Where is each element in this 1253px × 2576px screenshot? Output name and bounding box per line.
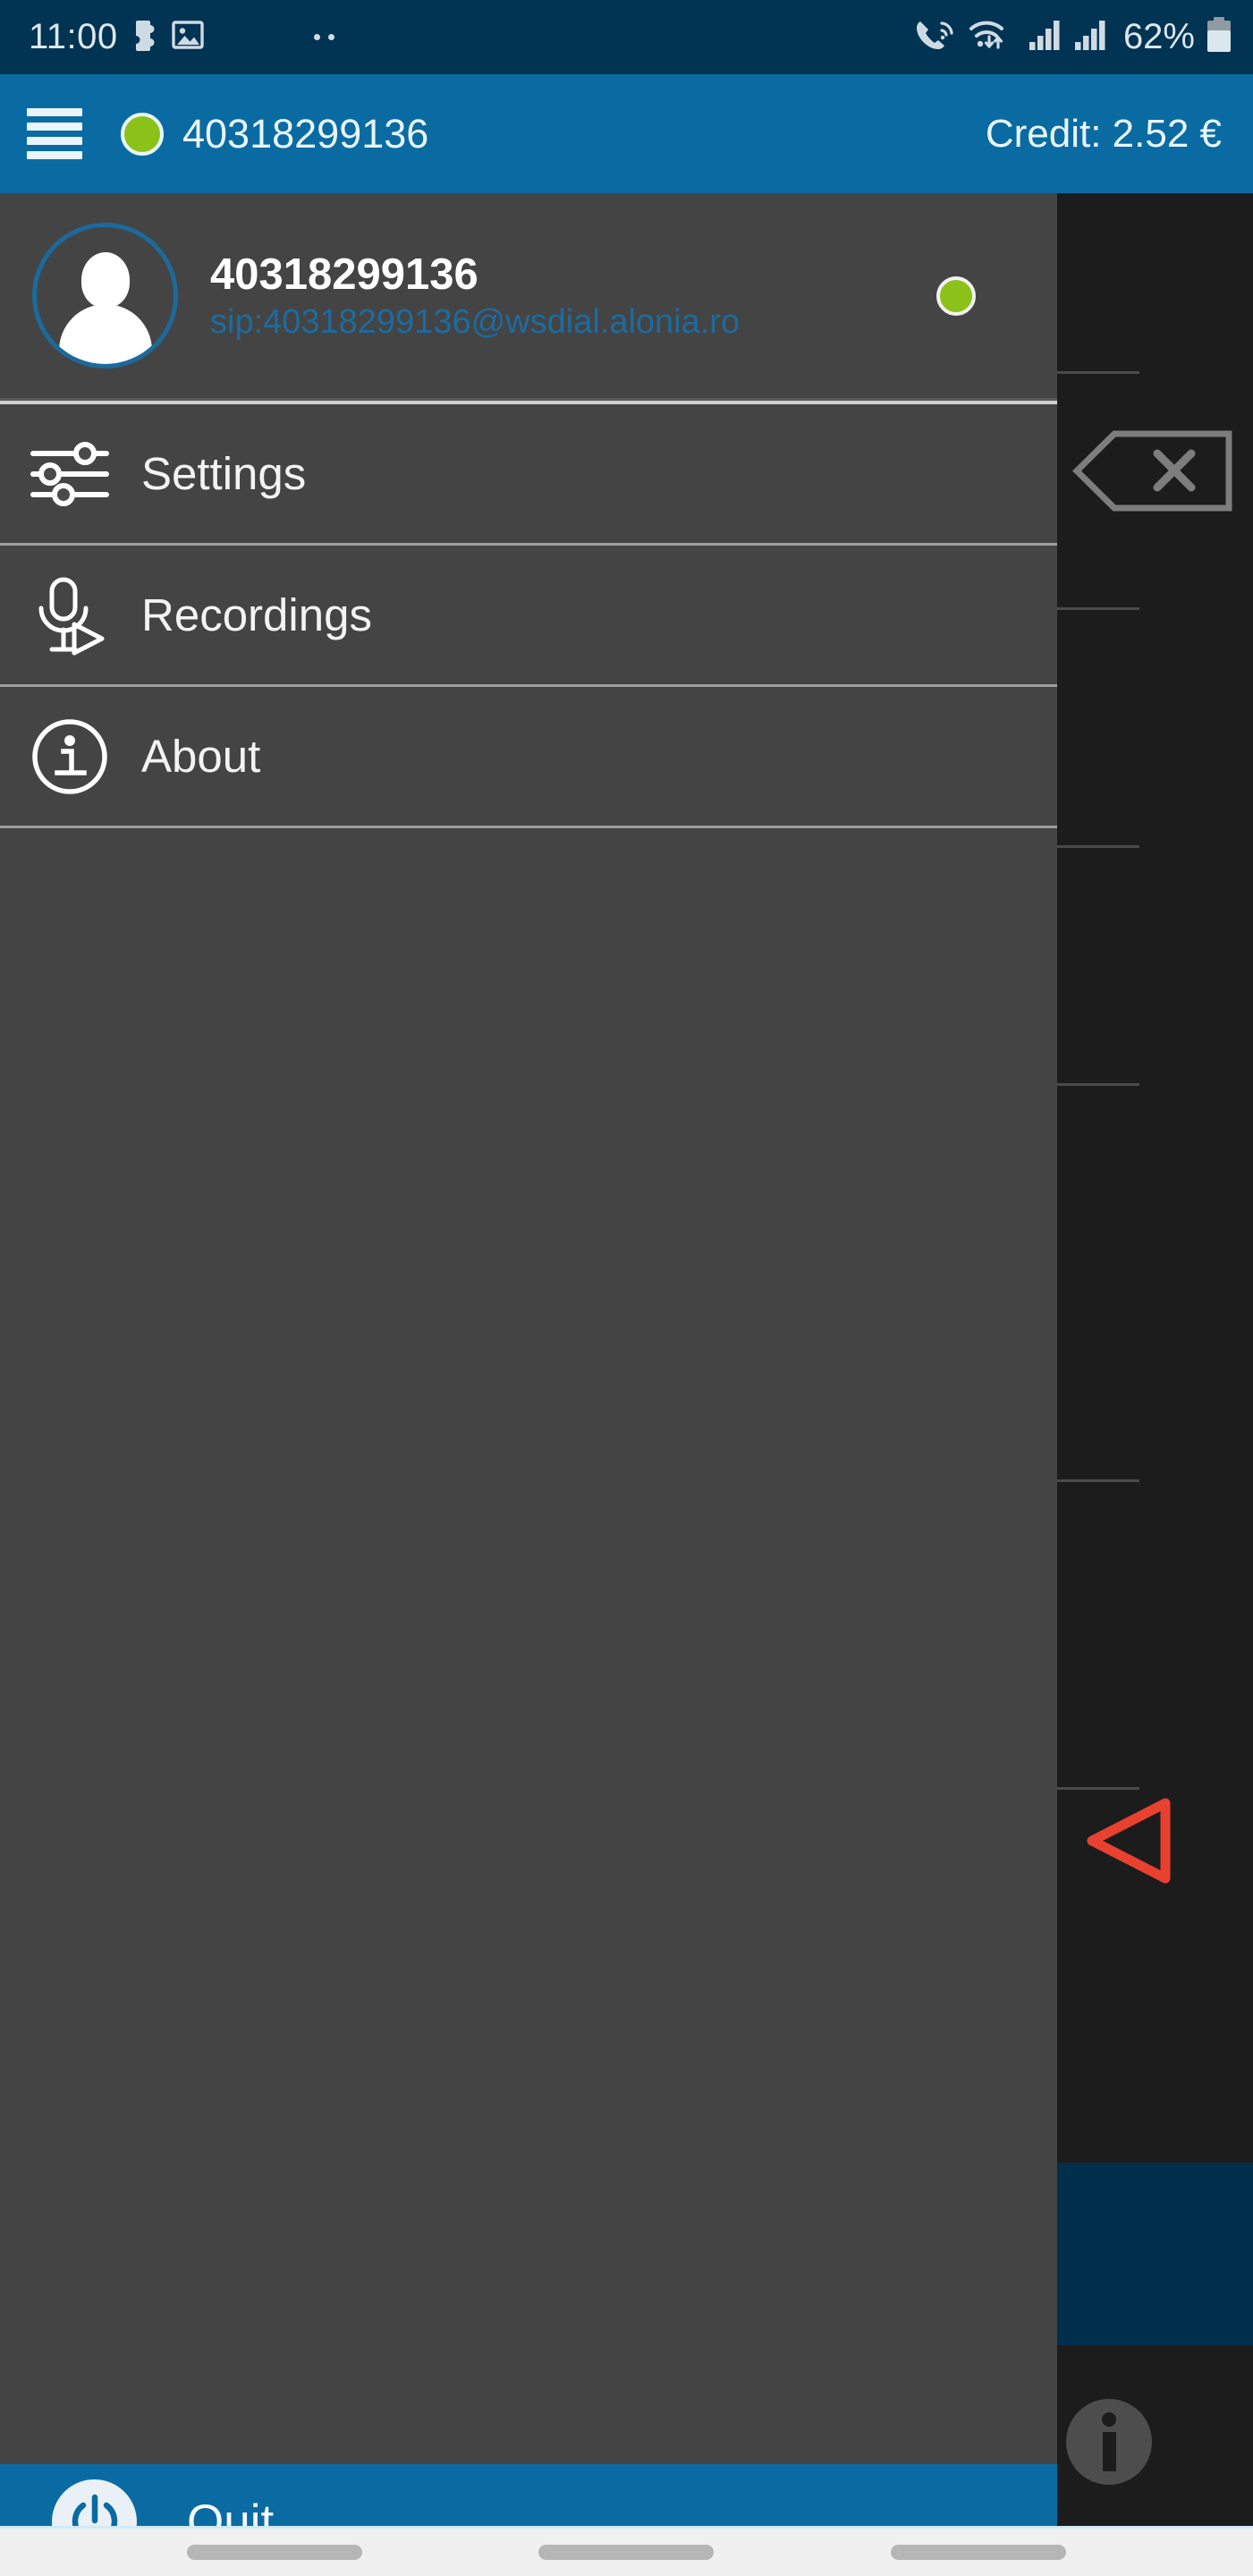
battery-icon — [1205, 16, 1233, 58]
drawer-item-recordings[interactable]: Recordings — [0, 546, 1057, 687]
info-icon[interactable] — [1066, 2399, 1152, 2485]
dialpad-row-divider — [1057, 607, 1139, 610]
header-account-number: 40318299136 — [182, 110, 429, 157]
android-status-bar: 11:00 62% — [0, 0, 1253, 74]
notification-dot — [313, 34, 320, 40]
profile-sip-uri: sip:40318299136@wsdial.alonia.ro — [210, 303, 741, 341]
dialpad-row-divider — [1057, 371, 1139, 374]
signal-bars-icon — [1029, 19, 1064, 55]
home-button[interactable] — [538, 2545, 715, 2560]
dialer-navy-panel — [1057, 2163, 1253, 2345]
status-bar-right-group: 62% — [914, 16, 1233, 58]
backspace-delete-icon[interactable] — [1071, 428, 1232, 513]
android-nav-bar — [0, 2526, 1253, 2576]
image-icon — [171, 19, 204, 55]
dialer-background-panel — [1057, 193, 1253, 2576]
back-button[interactable] — [891, 2545, 1067, 2560]
microphone-play-icon — [27, 572, 113, 658]
profile-account-number: 40318299136 — [210, 250, 478, 299]
drawer-item-label: About — [141, 731, 261, 782]
dialpad-row-divider — [1057, 1479, 1139, 1482]
notification-dots-indicator — [313, 34, 334, 40]
dialpad-row-divider — [1057, 1787, 1139, 1790]
sliders-icon — [27, 431, 113, 517]
notification-dot — [327, 34, 334, 40]
drawer-empty-area — [0, 828, 1057, 2420]
drawer-profile-header[interactable]: 40318299136 sip:40318299136@wsdial.aloni… — [0, 193, 1057, 398]
battery-percent-label: 62% — [1122, 17, 1195, 56]
app-header-bar: 40318299136 Credit: 2.52 € — [0, 74, 1253, 193]
status-bar-left-group: 11:00 — [29, 17, 334, 57]
navigation-drawer: 40318299136 sip:40318299136@wsdial.aloni… — [0, 193, 1057, 2576]
online-status-dot — [121, 112, 164, 156]
drawer-item-about[interactable]: About — [0, 687, 1057, 828]
phone-screen: 11:00 62% 40318299136 Credit: 2.52 € 403… — [0, 0, 1253, 2576]
drawer-item-label: Settings — [141, 448, 307, 499]
drawer-profile-separator — [0, 398, 1057, 404]
puzzle-icon — [130, 18, 160, 56]
credit-balance-label: Credit: 2.52 € — [985, 111, 1222, 156]
recents-button[interactable] — [186, 2545, 362, 2560]
wifi-calling-icon — [914, 17, 959, 57]
drawer-item-label: Recordings — [141, 589, 372, 640]
hamburger-menu-icon[interactable] — [27, 107, 82, 160]
dialpad-row-divider — [1057, 845, 1139, 848]
wifi-icon — [969, 17, 1019, 57]
call-triangle-icon[interactable] — [1085, 1794, 1174, 1887]
drawer-item-settings[interactable]: Settings — [0, 404, 1057, 546]
info-circle-icon — [27, 714, 113, 800]
signal-bars-icon — [1074, 19, 1110, 55]
dialpad-row-divider — [1057, 1083, 1139, 1086]
status-clock: 11:00 — [29, 17, 118, 56]
online-status-dot — [936, 275, 976, 316]
user-avatar-icon — [32, 223, 178, 369]
